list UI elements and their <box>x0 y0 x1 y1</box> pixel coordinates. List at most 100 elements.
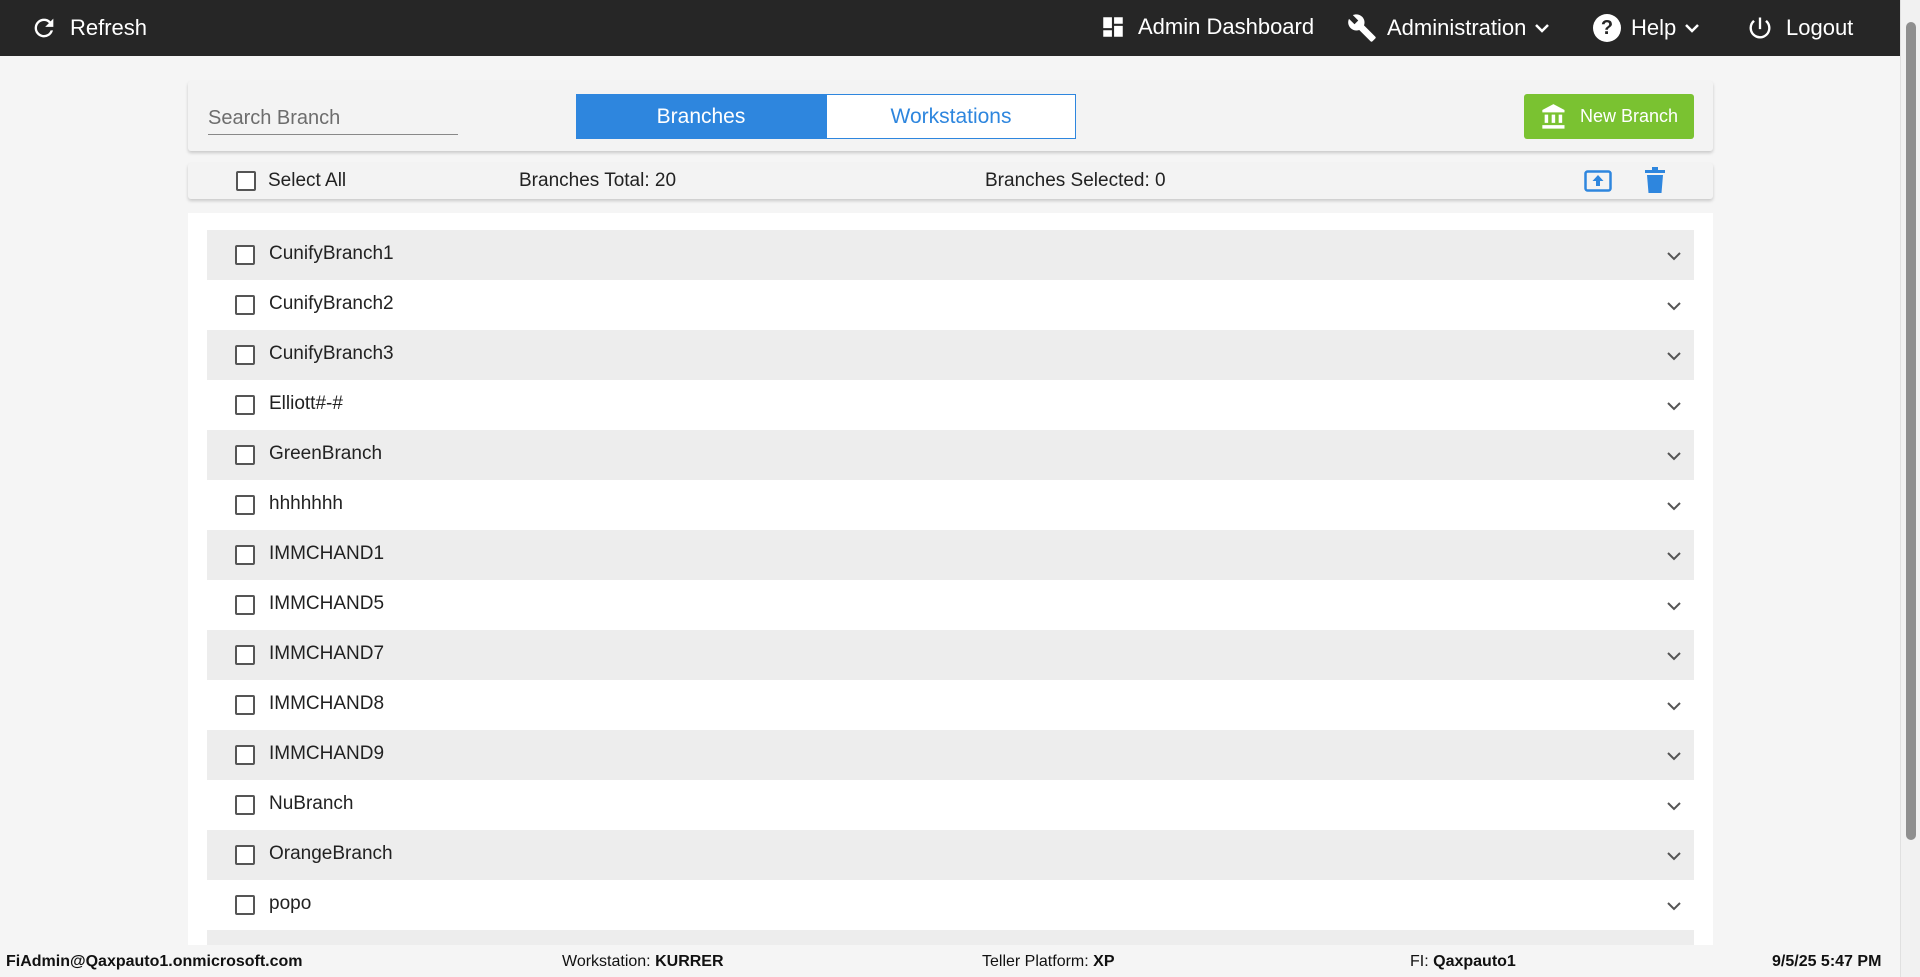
branch-name: Elliott#-# <box>269 393 343 414</box>
branch-header-panel: Branches Workstations New Branch <box>188 81 1713 151</box>
logout-label: Logout <box>1786 15 1854 40</box>
branch-name: OrangeBranch <box>269 843 393 864</box>
list-item[interactable]: hhhhhhh <box>207 480 1694 530</box>
list-item[interactable]: CunifyBranch3 <box>207 330 1694 380</box>
branch-name: IMMCHAND9 <box>269 743 385 764</box>
row-checkbox[interactable] <box>235 445 255 465</box>
branch-name: popo <box>269 893 312 914</box>
new-branch-button[interactable]: New Branch <box>1524 94 1694 139</box>
branch-name: IMMCHAND7 <box>269 643 385 664</box>
chevron-down-icon[interactable] <box>1666 299 1682 313</box>
chevron-down-icon[interactable] <box>1666 499 1682 513</box>
bank-icon <box>1542 103 1565 129</box>
tab-branches[interactable]: Branches <box>576 94 826 139</box>
administration-menu[interactable]: Administration <box>1347 13 1550 43</box>
list-item[interactable]: IMMCHAND8 <box>207 680 1694 730</box>
list-item[interactable]: CunifyBranch1 <box>207 230 1694 280</box>
branch-name: GreenBranch <box>269 443 383 464</box>
row-checkbox[interactable] <box>235 495 255 515</box>
row-checkbox[interactable] <box>235 245 255 265</box>
new-branch-label: New Branch <box>1579 106 1679 126</box>
dashboard-icon <box>1103 17 1123 37</box>
chevron-down-icon[interactable] <box>1666 749 1682 763</box>
branch-name: hhhhhhh <box>269 493 343 514</box>
top-navigation-bar: Refresh Admin Dashboard Administration ?… <box>0 0 1900 56</box>
branch-name: IMMCHAND8 <box>269 693 385 714</box>
trash-icon[interactable] <box>1644 167 1666 193</box>
wrench-icon <box>1348 14 1376 42</box>
administration-label: Administration <box>1387 15 1527 40</box>
teller-platform-info: Teller Platform: XP <box>982 953 1115 970</box>
tab-workstations[interactable]: Workstations <box>826 94 1076 139</box>
list-item[interactable]: IMMCHAND5 <box>207 580 1694 630</box>
refresh-icon <box>34 18 54 38</box>
chevron-down-icon[interactable] <box>1666 349 1682 363</box>
chevron-down-icon[interactable] <box>1666 449 1682 463</box>
list-item[interactable]: NuBranch <box>207 780 1694 830</box>
list-item[interactable]: CunifyBranch2 <box>207 280 1694 330</box>
row-checkbox[interactable] <box>235 645 255 665</box>
row-checkbox[interactable] <box>235 795 255 815</box>
branches-selected: Branches Selected: 0 <box>985 170 1166 191</box>
power-icon <box>1749 17 1771 39</box>
row-checkbox[interactable] <box>235 595 255 615</box>
chevron-down-icon[interactable] <box>1666 799 1682 813</box>
row-checkbox[interactable] <box>235 845 255 865</box>
list-item[interactable]: Elliott#-# <box>207 380 1694 430</box>
select-all-label: Select All <box>268 170 347 191</box>
refresh-label: Refresh <box>70 15 148 40</box>
chevron-down-icon <box>1535 24 1550 33</box>
fi-info: FI: Qaxpauto1 <box>1410 953 1516 970</box>
list-item[interactable]: OrangeBranch <box>207 830 1694 880</box>
chevron-down-icon[interactable] <box>1666 549 1682 563</box>
chevron-down-icon[interactable] <box>1666 849 1682 863</box>
row-checkbox[interactable] <box>235 695 255 715</box>
refresh-button[interactable]: Refresh <box>30 14 147 42</box>
chevron-down-icon[interactable] <box>1666 699 1682 713</box>
list-item-partial[interactable] <box>207 930 1694 945</box>
datetime: 9/5/25 5:47 PM <box>1772 953 1882 970</box>
help-menu[interactable]: ? Help <box>1593 14 1700 42</box>
chevron-down-icon[interactable] <box>1666 249 1682 263</box>
help-label: Help <box>1631 15 1677 40</box>
scrollbar-thumb[interactable] <box>1906 22 1916 840</box>
branch-name: CunifyBranch1 <box>269 243 394 264</box>
list-item[interactable]: GreenBranch <box>207 430 1694 480</box>
view-tabs: Branches Workstations <box>576 94 1076 139</box>
upload-icon[interactable] <box>1584 169 1612 193</box>
chevron-down-icon[interactable] <box>1666 649 1682 663</box>
list-item[interactable]: popo <box>207 880 1694 930</box>
logged-in-user: FiAdmin@Qaxpauto1.onmicrosoft.com <box>6 953 303 970</box>
row-checkbox[interactable] <box>235 395 255 415</box>
branch-name: IMMCHAND5 <box>269 593 385 614</box>
branch-list: CunifyBranch1 CunifyBranch2 CunifyBranch… <box>188 213 1713 945</box>
branch-name: NuBranch <box>269 793 354 814</box>
select-all-control[interactable]: Select All <box>236 170 346 192</box>
admin-dashboard-link[interactable]: Admin Dashboard <box>1100 14 1314 40</box>
list-item[interactable]: IMMCHAND7 <box>207 630 1694 680</box>
select-all-checkbox[interactable] <box>236 171 256 191</box>
vertical-scrollbar[interactable] <box>1900 0 1920 977</box>
list-item[interactable]: IMMCHAND9 <box>207 730 1694 780</box>
chevron-down-icon[interactable] <box>1666 399 1682 413</box>
row-checkbox[interactable] <box>235 895 255 915</box>
search-container <box>208 103 458 135</box>
chevron-down-icon[interactable] <box>1666 899 1682 913</box>
status-bar: FiAdmin@Qaxpauto1.onmicrosoft.com Workst… <box>0 945 1900 977</box>
row-checkbox[interactable] <box>235 295 255 315</box>
branches-total: Branches Total: 20 <box>519 170 677 191</box>
admin-dashboard-label: Admin Dashboard <box>1138 14 1315 39</box>
row-checkbox[interactable] <box>235 745 255 765</box>
branch-name: IMMCHAND1 <box>269 543 385 564</box>
workstation-info: Workstation: KURRER <box>562 953 724 970</box>
branch-name: CunifyBranch2 <box>269 293 394 314</box>
selection-toolbar: Select All Branches Total: 20 Branches S… <box>188 163 1713 199</box>
row-checkbox[interactable] <box>235 545 255 565</box>
row-checkbox[interactable] <box>235 345 255 365</box>
logout-button[interactable]: Logout <box>1746 14 1853 42</box>
search-branch-input[interactable] <box>208 103 458 134</box>
help-icon: ? <box>1593 14 1621 42</box>
chevron-down-icon <box>1685 24 1700 33</box>
list-item[interactable]: IMMCHAND1 <box>207 530 1694 580</box>
chevron-down-icon[interactable] <box>1666 599 1682 613</box>
